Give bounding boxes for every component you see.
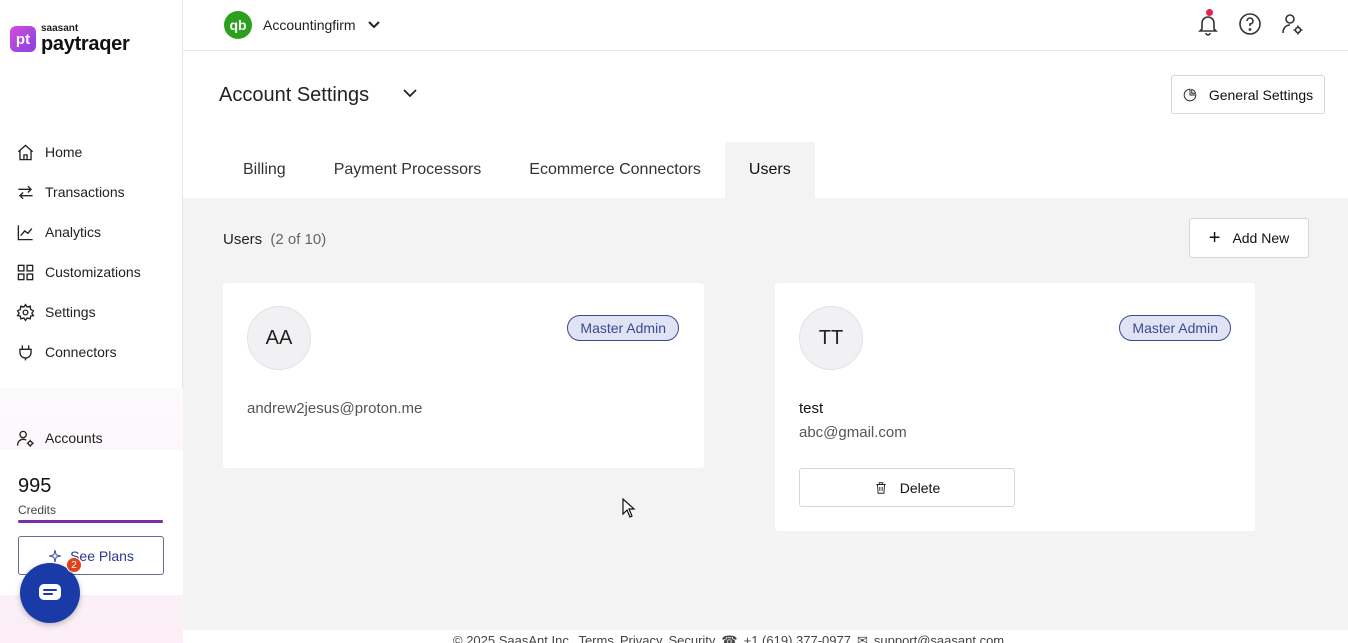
users-count: (2 of 10)	[270, 231, 327, 248]
sidebar-item-label: Accounts	[45, 430, 103, 446]
users-heading-label: Users	[223, 231, 263, 248]
avatar: AA	[247, 306, 311, 370]
top-icons	[1196, 12, 1304, 36]
delete-label: Delete	[899, 479, 941, 496]
tab-ecommerce-connectors[interactable]: Ecommerce Connectors	[505, 142, 725, 198]
company-name: Accountingfirm	[263, 17, 356, 33]
footer-copyright: © 2025 SaasAnt Inc.	[453, 633, 573, 643]
sidebar-item-analytics[interactable]: Analytics	[16, 212, 141, 252]
add-new-label: Add New	[1232, 230, 1290, 246]
account-settings-dropdown[interactable]: Account Settings	[219, 84, 417, 107]
app-logo[interactable]: pt saasant paytraqer	[10, 24, 130, 55]
user-gear-icon	[16, 430, 34, 447]
credits-value: 995	[18, 475, 52, 497]
company-selector[interactable]: Accountingfirm	[263, 17, 380, 33]
sidebar: pt saasant paytraqer Home Transactions A…	[0, 0, 183, 643]
footer-link-terms[interactable]: Terms	[578, 633, 613, 643]
transactions-icon	[18, 185, 33, 199]
sidebar-item-transactions[interactable]: Transactions	[16, 172, 141, 212]
tab-users[interactable]: Users	[724, 142, 815, 198]
sidebar-item-home[interactable]: Home	[16, 132, 141, 172]
footer-phone[interactable]: +1 (619) 377-0977	[744, 633, 851, 643]
logo-name: paytraqer	[41, 33, 130, 55]
chevron-down-icon	[403, 89, 417, 98]
notification-dot	[1206, 9, 1213, 16]
mail-icon: ✉	[856, 633, 868, 643]
chevron-down-icon	[367, 21, 380, 29]
footer-link-privacy[interactable]: Privacy	[620, 633, 663, 643]
chat-icon	[39, 584, 61, 600]
user-card: AA Master Admin andrew2jesus@proton.me	[223, 283, 704, 468]
credits-bar	[18, 520, 163, 523]
plus-icon: +	[1208, 226, 1221, 249]
page-title: Account Settings	[219, 84, 370, 106]
sidebar-item-label: Connectors	[45, 344, 117, 360]
user-card: TT Master Admin test abc@gmail.com Delet…	[775, 283, 1255, 531]
sidebar-item-label: Settings	[45, 304, 96, 320]
footer: © 2025 SaasAnt Inc. Terms Privacy Securi…	[183, 630, 1348, 643]
tab-payment-processors[interactable]: Payment Processors	[310, 142, 506, 198]
plug-icon	[19, 344, 32, 360]
sidebar-item-settings[interactable]: Settings	[16, 292, 141, 332]
sidebar-item-label: Analytics	[45, 224, 102, 240]
sidebar-item-connectors[interactable]: Connectors	[16, 332, 141, 372]
user-email: andrew2jesus@proton.me	[247, 400, 423, 417]
delete-user-button[interactable]: Delete	[799, 468, 1015, 507]
role-badge: Master Admin	[567, 315, 679, 341]
analytics-icon	[17, 224, 33, 240]
sparkle-icon	[49, 549, 62, 562]
trash-icon	[876, 481, 886, 494]
mouse-cursor-icon	[622, 498, 636, 518]
tab-billing[interactable]: Billing	[219, 142, 310, 198]
sidebar-item-label: Customizations	[45, 264, 141, 280]
sidebar-nav: Home Transactions Analytics Customizatio…	[16, 132, 141, 372]
avatar: TT	[799, 306, 863, 370]
pie-chart-icon	[1183, 88, 1197, 101]
role-badge: Master Admin	[1119, 315, 1231, 341]
settings-tabs: Billing Payment Processors Ecommerce Con…	[219, 142, 815, 198]
footer-email[interactable]: support@saasant.com	[874, 633, 1004, 643]
customizations-icon	[17, 264, 34, 280]
sidebar-item-accounts[interactable]: Accounts	[16, 418, 103, 458]
add-new-user-button[interactable]: + Add New	[1189, 218, 1309, 258]
sidebar-item-customizations[interactable]: Customizations	[16, 252, 141, 292]
user-name: test	[799, 400, 824, 417]
sidebar-item-label: Home	[45, 144, 83, 160]
users-heading: Users (2 of 10)	[223, 231, 326, 248]
user-email: abc@gmail.com	[799, 424, 907, 441]
phone-icon: ☎	[721, 633, 738, 643]
help-icon[interactable]	[1238, 12, 1262, 36]
chat-badge: 2	[66, 557, 82, 573]
user-settings-icon[interactable]	[1280, 12, 1304, 36]
top-bar: qb Accountingfirm	[183, 0, 1348, 51]
footer-link-security[interactable]: Security	[668, 633, 715, 643]
general-settings-button[interactable]: General Settings	[1171, 75, 1325, 114]
credits-label: Credits	[18, 503, 57, 517]
quickbooks-icon: qb	[224, 11, 252, 39]
home-icon	[17, 143, 34, 160]
logo-mark: pt	[10, 26, 36, 52]
sidebar-item-label: Transactions	[45, 184, 125, 200]
gear-icon	[16, 302, 35, 322]
general-settings-label: General Settings	[1208, 86, 1314, 103]
